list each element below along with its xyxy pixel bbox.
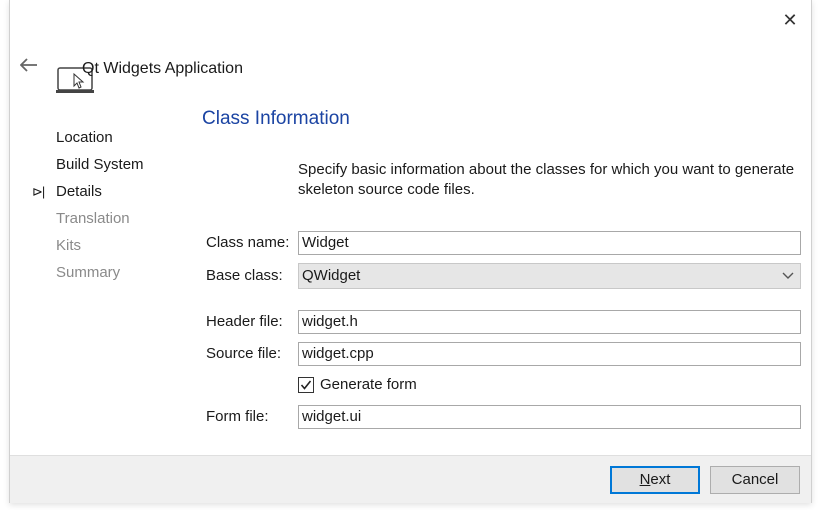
base-class-value: QWidget: [302, 267, 361, 284]
cancel-button[interactable]: Cancel: [710, 466, 800, 494]
wizard-title: Qt Widgets Application: [82, 60, 243, 77]
current-step-marker-icon: ⊳|: [32, 184, 45, 199]
close-icon[interactable]: ✕: [780, 10, 800, 30]
back-arrow-icon[interactable]: [19, 56, 40, 76]
button-bar: Next Cancel: [10, 455, 811, 503]
next-mnemonic: N: [639, 471, 651, 488]
checkmark-icon: [300, 380, 312, 390]
header-file-input[interactable]: widget.h: [298, 310, 801, 334]
step-summary: Summary: [56, 264, 121, 281]
next-button[interactable]: Next: [610, 466, 700, 494]
wizard-dialog: ✕ Qt Widgets Application Location Build …: [9, 0, 812, 503]
next-label: ext: [650, 471, 671, 488]
chevron-down-icon: [782, 264, 794, 288]
form-file-label: Form file:: [206, 408, 269, 425]
step-kits: Kits: [56, 237, 82, 254]
base-class-label: Base class:: [206, 267, 283, 284]
step-build-system: Build System: [56, 156, 144, 173]
source-file-label: Source file:: [206, 345, 282, 362]
header-file-label: Header file:: [206, 313, 283, 330]
base-class-select[interactable]: QWidget: [298, 263, 801, 289]
section-description: Specify basic information about the clas…: [298, 161, 795, 198]
class-name-label: Class name:: [206, 234, 290, 251]
generate-form-checkbox[interactable]: [298, 377, 314, 393]
step-details: Details: [56, 183, 102, 200]
section-title: Class Information: [202, 108, 350, 129]
generate-form-label[interactable]: Generate form: [320, 376, 417, 393]
step-translation: Translation: [56, 210, 130, 227]
step-location: Location: [56, 129, 113, 146]
form-file-input[interactable]: widget.ui: [298, 405, 801, 429]
class-name-input[interactable]: Widget: [298, 231, 801, 255]
source-file-input[interactable]: widget.cpp: [298, 342, 801, 366]
